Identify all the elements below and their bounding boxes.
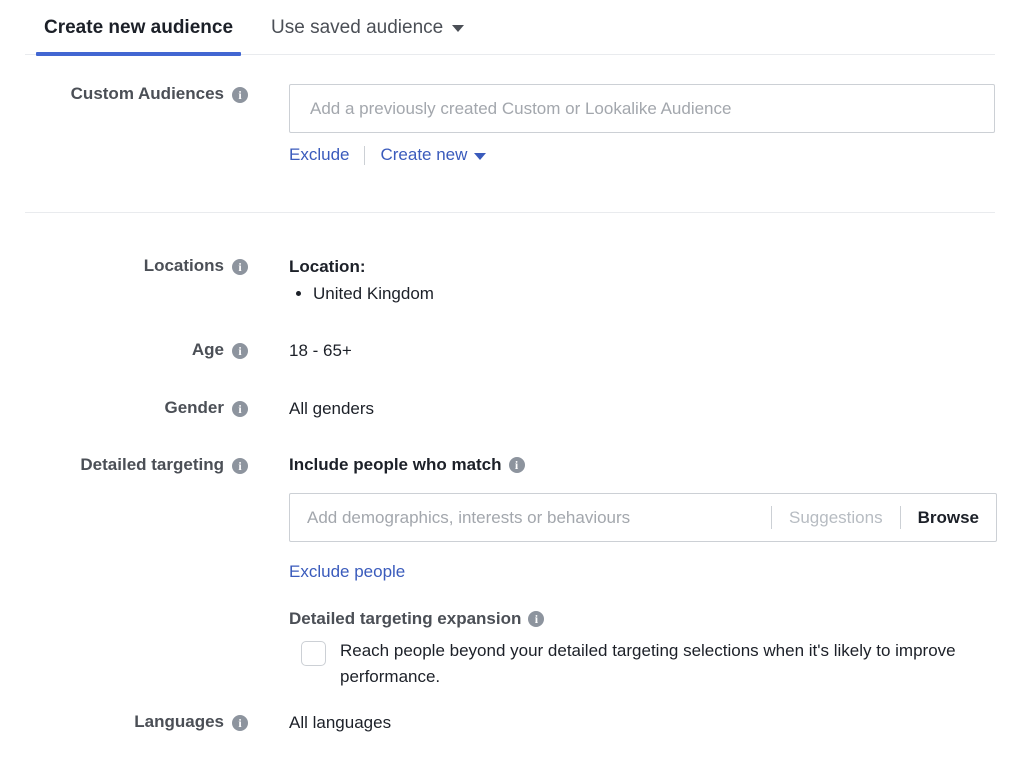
- chevron-down-icon: [452, 25, 464, 32]
- tab-create-new-audience-label: Create new audience: [44, 17, 233, 39]
- locations-value-col: Location: United Kingdom: [248, 256, 1024, 306]
- info-icon[interactable]: i: [232, 458, 248, 474]
- gender-row: Gender i All genders: [0, 398, 1024, 420]
- info-icon[interactable]: i: [232, 87, 248, 103]
- age-row: Age i 18 - 65+: [0, 340, 1024, 362]
- exclude-people-link[interactable]: Exclude people: [289, 562, 405, 581]
- detailed-targeting-expansion-checkbox[interactable]: [301, 641, 326, 666]
- tab-list: Create new audience Use saved audience: [25, 0, 995, 54]
- detailed-targeting-expansion-heading: Detailed targeting expansion: [289, 609, 521, 629]
- custom-audiences-input[interactable]: Add a previously created Custom or Looka…: [289, 84, 995, 133]
- detailed-targeting-expansion-checkbox-label: Reach people beyond your detailed target…: [340, 638, 980, 690]
- info-icon[interactable]: i: [232, 343, 248, 359]
- gender-label: Gender: [164, 398, 224, 418]
- list-item: United Kingdom: [313, 282, 1024, 306]
- languages-label: Languages: [134, 712, 224, 732]
- gender-value-col: All genders: [248, 398, 1024, 420]
- exclude-people-row: Exclude people: [289, 562, 1024, 582]
- info-icon[interactable]: i: [528, 611, 544, 627]
- gender-value: All genders: [289, 398, 1024, 420]
- custom-audiences-input-placeholder: Add a previously created Custom or Looka…: [310, 99, 994, 119]
- expansion-checkbox-row: Reach people beyond your detailed target…: [289, 638, 1024, 690]
- locations-row: Locations i Location: United Kingdom: [0, 256, 1024, 306]
- browse-button[interactable]: Browse: [901, 508, 996, 528]
- expansion-heading-wrap: Detailed targeting expansion i: [289, 609, 1024, 629]
- create-new-link[interactable]: Create new: [380, 145, 467, 165]
- exclude-link[interactable]: Exclude: [289, 145, 349, 165]
- languages-value: All languages: [289, 712, 1024, 734]
- include-people-heading-wrap: Include people who match i: [289, 455, 1024, 475]
- include-people-heading: Include people who match: [289, 455, 502, 475]
- info-icon[interactable]: i: [232, 715, 248, 731]
- detailed-targeting-label-col: Detailed targeting i: [0, 455, 248, 690]
- audience-tab-bar: Create new audience Use saved audience: [25, 0, 995, 55]
- custom-audiences-label: Custom Audiences: [71, 84, 224, 104]
- locations-label-col: Locations i: [0, 256, 248, 306]
- info-icon[interactable]: i: [232, 259, 248, 275]
- custom-audiences-value-col: Add a previously created Custom or Looka…: [248, 84, 1024, 165]
- section-divider: [25, 212, 995, 213]
- age-label: Age: [192, 340, 224, 360]
- detailed-targeting-row: Detailed targeting i Include people who …: [0, 455, 1024, 690]
- age-value: 18 - 65+: [289, 340, 1024, 362]
- custom-audiences-row: Custom Audiences i Add a previously crea…: [0, 84, 1024, 165]
- gender-label-col: Gender i: [0, 398, 248, 420]
- languages-value-col: All languages: [248, 712, 1024, 734]
- age-value-col: 18 - 65+: [248, 340, 1024, 362]
- info-icon[interactable]: i: [232, 401, 248, 417]
- locations-label: Locations: [144, 256, 224, 276]
- link-divider: [364, 146, 365, 165]
- tab-create-new-audience[interactable]: Create new audience: [25, 0, 252, 55]
- suggestions-button[interactable]: Suggestions: [772, 508, 900, 528]
- languages-label-col: Languages i: [0, 712, 248, 734]
- languages-row: Languages i All languages: [0, 712, 1024, 734]
- location-list: United Kingdom: [289, 282, 1024, 306]
- info-icon[interactable]: i: [509, 457, 525, 473]
- detailed-targeting-input[interactable]: Add demographics, interests or behaviour…: [289, 493, 997, 542]
- custom-audiences-links: Exclude Create new: [289, 145, 1024, 165]
- age-label-col: Age i: [0, 340, 248, 362]
- location-heading: Location:: [289, 256, 1024, 278]
- tab-use-saved-audience[interactable]: Use saved audience: [252, 0, 483, 55]
- tab-use-saved-audience-label: Use saved audience: [271, 17, 443, 39]
- custom-audiences-label-col: Custom Audiences i: [0, 84, 248, 165]
- detailed-targeting-value-col: Include people who match i Add demograph…: [248, 455, 1024, 690]
- detailed-targeting-label: Detailed targeting: [80, 455, 224, 475]
- detailed-targeting-input-placeholder: Add demographics, interests or behaviour…: [307, 508, 771, 528]
- chevron-down-icon[interactable]: [474, 153, 486, 160]
